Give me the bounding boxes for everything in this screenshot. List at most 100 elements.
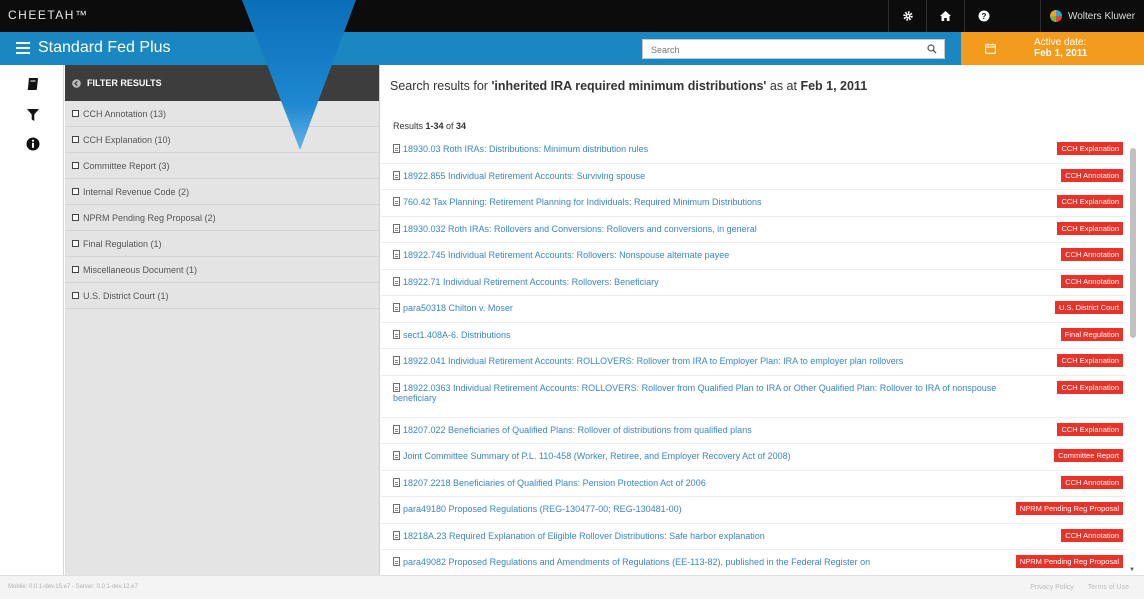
result-link[interactable]: 18922.041 Individual Retirement Accounts…	[403, 356, 903, 366]
result-row[interactable]: 18207.022 Beneficiaries of Qualified Pla…	[381, 418, 1126, 444]
results-query: 'inherited IRA required minimum distribu…	[491, 79, 767, 93]
svg-text:?: ?	[981, 12, 986, 21]
document-icon	[393, 356, 400, 365]
filter-item-label: Final Regulation (1)	[83, 238, 162, 249]
home-icon	[940, 11, 951, 21]
result-row[interactable]: para49082 Proposed Regulations and Amend…	[381, 550, 1126, 575]
filter-item-internal-revenue-code[interactable]: Internal Revenue Code (2)	[65, 179, 379, 205]
result-link[interactable]: 18930.032 Roth IRAs: Rollovers and Conve…	[403, 224, 757, 234]
help-button[interactable]: ?	[964, 0, 1002, 32]
results-count-mid: of	[443, 121, 457, 131]
result-type-badge: CCH Annotation	[1061, 274, 1123, 288]
filter-item-miscellaneous[interactable]: Miscellaneous Document (1)	[65, 257, 379, 283]
checkbox[interactable]	[72, 214, 79, 221]
calendar-button[interactable]	[961, 32, 1019, 65]
home-button[interactable]	[926, 0, 964, 32]
result-row[interactable]: 18930.032 Roth IRAs: Rollovers and Conve…	[381, 217, 1126, 243]
checkbox[interactable]	[72, 240, 79, 247]
filter-item-label: Miscellaneous Document (1)	[83, 264, 198, 275]
filter-icon[interactable]	[26, 108, 40, 122]
result-row[interactable]: 18922.041 Individual Retirement Accounts…	[381, 349, 1126, 376]
result-type-badge: Final Regulation	[1060, 327, 1123, 341]
result-type-badge: NPRM Pending Reg Proposal	[1015, 502, 1123, 515]
result-link[interactable]: 18922.745 Individual Retirement Accounts…	[403, 250, 729, 260]
info-icon[interactable]	[26, 137, 40, 151]
result-type-badge: CCH Explanation	[1057, 380, 1123, 394]
result-link[interactable]: 18930.03 Roth IRAs: Distributions: Minim…	[403, 144, 648, 154]
result-link[interactable]: 18207.022 Beneficiaries of Qualified Pla…	[403, 425, 752, 435]
settings-button[interactable]	[888, 0, 926, 32]
filter-item-final-regulation[interactable]: Final Regulation (1)	[65, 231, 379, 257]
result-row[interactable]: Joint Committee Summary of P.L. 110-458 …	[381, 444, 1126, 471]
result-row[interactable]: 18922.855 Individual Retirement Accounts…	[381, 164, 1126, 190]
result-link[interactable]: Joint Committee Summary of P.L. 110-458 …	[403, 451, 791, 461]
collapse-left-icon	[72, 78, 81, 88]
filter-item-cch-annotation[interactable]: CCH Annotation (13)	[65, 101, 379, 127]
results-count-range: 1-34	[425, 121, 444, 131]
result-type-badge: CCH Explanation	[1057, 195, 1123, 208]
checkbox[interactable]	[72, 136, 79, 143]
result-link[interactable]: 18922.855 Individual Retirement Accounts…	[403, 171, 645, 181]
result-row[interactable]: 18922.71 Individual Retirement Accounts:…	[381, 270, 1126, 296]
account-label: Wolters Kluwer	[1067, 10, 1136, 22]
checkbox[interactable]	[72, 292, 79, 299]
results-heading: Search results for 'inherited IRA requir…	[390, 79, 867, 93]
result-link[interactable]: 760.42 Tax Planning: Retirement Planning…	[403, 197, 762, 207]
result-row[interactable]: para50318 Chilton v. Moser U.S. District …	[381, 296, 1126, 323]
result-link[interactable]: 18207.2218 Beneficiaries of Qualified Pl…	[403, 478, 706, 488]
results-scrollbar[interactable]: ▼	[1128, 138, 1138, 575]
checkbox[interactable]	[72, 188, 79, 195]
result-row[interactable]: 18207.2218 Beneficiaries of Qualified Pl…	[381, 471, 1126, 497]
filter-panel: FILTER RESULTS CCH Annotation (13) CCH E…	[65, 65, 380, 575]
results-list: 18930.03 Roth IRAs: Distributions: Minim…	[381, 137, 1126, 575]
document-icon	[393, 144, 400, 153]
result-link[interactable]: para50318 Chilton v. Moser	[403, 303, 513, 313]
result-link[interactable]: 18218A.23 Required Explanation of Eligib…	[403, 531, 765, 541]
filter-item-label: CCH Explanation (10)	[83, 134, 171, 145]
result-link[interactable]: para49180 Proposed Regulations (REG-1304…	[403, 504, 682, 514]
active-date-value: Feb 1, 2011	[1034, 48, 1088, 59]
search-input[interactable]	[643, 41, 913, 59]
results-heading-prefix: Search results for	[390, 79, 492, 93]
filter-item-label: CCH Annotation (13)	[83, 108, 167, 119]
book-icon[interactable]	[26, 77, 40, 91]
calendar-icon	[984, 43, 996, 54]
results-count-prefix: Results	[393, 121, 426, 131]
privacy-policy-link[interactable]: Privacy Policy	[1030, 584, 1074, 591]
search-box	[642, 39, 945, 59]
help-icon: ?	[978, 10, 989, 22]
result-link[interactable]: para49082 Proposed Regulations and Amend…	[403, 557, 870, 567]
scrollbar-thumb[interactable]	[1130, 148, 1136, 338]
results-count-total: 34	[456, 121, 467, 131]
filter-item-committee-report[interactable]: Committee Report (3)	[65, 153, 379, 179]
checkbox[interactable]	[72, 162, 79, 169]
result-row[interactable]: 18922.0363 Individual Retirement Account…	[381, 376, 1126, 418]
result-row[interactable]: sect1.408A-6. Distributions Final Regulat…	[381, 323, 1126, 349]
scroll-down-arrow-icon[interactable]: ▼	[1129, 567, 1135, 573]
result-row[interactable]: 18922.745 Individual Retirement Accounts…	[381, 243, 1126, 270]
result-link[interactable]: 18922.0363 Individual Retirement Account…	[393, 383, 996, 404]
filter-item-district-court[interactable]: U.S. District Court (1)	[65, 283, 379, 309]
account-menu[interactable]: Wolters Kluwer	[1040, 0, 1144, 32]
document-icon	[393, 530, 400, 540]
top-bar: CHEETAH™ ? Wolters Kluwer	[0, 0, 1144, 32]
active-date[interactable]: Active date: Feb 1, 2011	[1019, 32, 1144, 65]
checkbox[interactable]	[72, 110, 79, 117]
terms-of-use-link[interactable]: Terms of Use	[1088, 584, 1129, 591]
search-icon[interactable]	[927, 44, 937, 54]
result-row[interactable]: 760.42 Tax Planning: Retirement Planning…	[381, 190, 1126, 217]
result-link[interactable]: sect1.408A-6. Distributions	[403, 330, 511, 340]
footer: Mobile: 0.0.1-dev.15.e7 - Server: 0.0.1-…	[0, 575, 1144, 599]
filter-item-cch-explanation[interactable]: CCH Explanation (10)	[65, 127, 379, 153]
hamburger-menu-icon[interactable]	[16, 42, 30, 54]
filter-header[interactable]: FILTER RESULTS	[65, 65, 379, 101]
result-row[interactable]: 18930.03 Roth IRAs: Distributions: Minim…	[381, 137, 1126, 164]
active-date-label: Active date:	[1034, 37, 1087, 48]
filter-item-nprm-pending[interactable]: NPRM Pending Reg Proposal (2)	[65, 205, 379, 231]
checkbox[interactable]	[72, 266, 79, 273]
result-row[interactable]: para49180 Proposed Regulations (REG-1304…	[381, 497, 1126, 524]
footer-links: Privacy Policy Terms of Use	[1030, 584, 1129, 591]
results-count: Results 1-34 of 34	[393, 121, 466, 131]
result-link[interactable]: 18922.71 Individual Retirement Accounts:…	[403, 277, 659, 287]
result-row[interactable]: 18218A.23 Required Explanation of Eligib…	[381, 524, 1126, 550]
